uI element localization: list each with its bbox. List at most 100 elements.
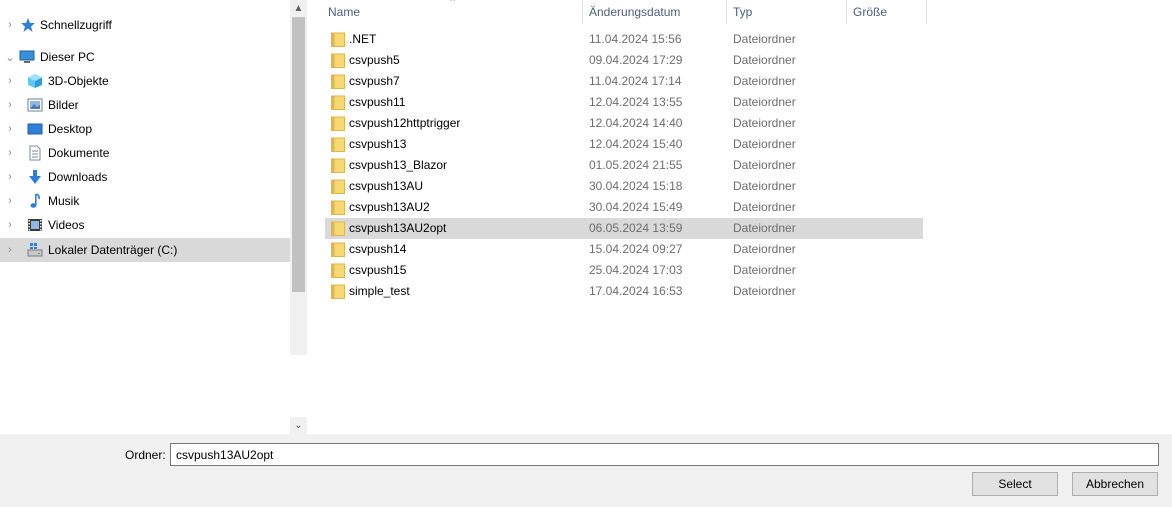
nav-item-lokaler-datentraeger[interactable]: › Lokaler Datenträger (C:): [0, 238, 290, 262]
column-header-name[interactable]: Name: [322, 0, 583, 24]
scroll-down-arrow-icon[interactable]: ⌄: [290, 417, 307, 434]
nav-item-dieser-pc[interactable]: ⌄ Dieser PC: [0, 46, 290, 68]
table-row[interactable]: csvpush12httptrigger 12.04.2024 14:40 Date…: [325, 113, 923, 134]
chevron-right-icon[interactable]: ›: [4, 214, 16, 236]
folder-icon: [331, 200, 345, 215]
chevron-right-icon[interactable]: ›: [4, 70, 16, 92]
chevron-right-icon[interactable]: ›: [4, 14, 16, 36]
scroll-up-arrow-icon[interactable]: ▲: [290, 0, 307, 17]
navigation-scrollbar[interactable]: ▲ ⌄: [290, 0, 307, 434]
file-name: csvpush13: [349, 137, 407, 151]
nav-item-label: Videos: [48, 218, 85, 232]
cube-icon: [28, 74, 42, 88]
file-type: Dateiordner: [733, 74, 796, 88]
column-header-type[interactable]: Typ: [727, 0, 847, 24]
nav-item-desktop[interactable]: › Desktop: [0, 118, 290, 140]
file-date: 01.05.2024 21:55: [589, 158, 683, 172]
table-row[interactable]: csvpush13AU2opt 06.05.2024 13:59 Dateiordn…: [325, 218, 923, 239]
chevron-right-icon[interactable]: ›: [4, 94, 16, 116]
folder-icon: [331, 263, 345, 278]
download-arrow-icon: [29, 170, 41, 184]
table-row[interactable]: csvpush13 12.04.2024 15:40 Dateiordner: [325, 134, 923, 155]
chevron-right-icon[interactable]: ›: [4, 166, 16, 188]
folder-icon: [331, 137, 345, 152]
folder-icon: [331, 53, 345, 68]
file-type: Dateiordner: [733, 200, 796, 214]
folder-label: Ordner:: [125, 448, 166, 462]
file-type: Dateiordner: [733, 32, 796, 46]
file-date: 12.04.2024 14:40: [589, 116, 683, 130]
chevron-right-icon[interactable]: ›: [4, 238, 16, 262]
column-header-date[interactable]: Änderungsdatum: [583, 0, 727, 24]
nav-item-label: Dokumente: [48, 146, 110, 160]
table-row[interactable]: csvpush14 15.04.2024 09:27 Dateiordner: [325, 239, 923, 260]
file-name: simple_test: [349, 284, 410, 298]
table-row[interactable]: csvpush5 09.04.2024 17:29 Dateiordner: [325, 50, 923, 71]
folder-icon: [331, 284, 345, 299]
table-row[interactable]: csvpush15 25.04.2024 17:03 Dateiordner: [325, 260, 923, 281]
nav-item-schnellzugriff[interactable]: › Schnellzugriff: [0, 14, 290, 36]
nav-item-dokumente[interactable]: › Dokumente: [0, 142, 290, 164]
file-date: 11.04.2024 15:56: [589, 32, 682, 46]
scrollbar-track: [290, 355, 307, 417]
table-row[interactable]: csvpush13AU2 30.04.2024 15:49 Dateiordner: [325, 197, 923, 218]
nav-item-label: Bilder: [48, 98, 79, 112]
chevron-right-icon[interactable]: ›: [4, 118, 16, 140]
music-note-icon: [30, 193, 41, 208]
file-name: csvpush12httptrigger: [349, 116, 461, 130]
table-row[interactable]: csvpush11 12.04.2024 13:55 Dateiordner: [325, 92, 923, 113]
folder-input[interactable]: [170, 443, 1159, 466]
nav-item-musik[interactable]: › Musik: [0, 190, 290, 212]
nav-item-label: 3D-Objekte: [48, 74, 109, 88]
film-icon: [28, 219, 42, 231]
select-button[interactable]: Select: [972, 472, 1058, 496]
nav-item-label: Dieser PC: [40, 50, 95, 64]
file-type: Dateiordner: [733, 242, 796, 256]
cancel-button[interactable]: Abbrechen: [1072, 472, 1158, 496]
folder-icon: [331, 95, 345, 110]
navigation-pane: › Schnellzugriff ⌄ Dieser PC › 3D-Objekt…: [0, 0, 290, 434]
file-name: .NET: [349, 32, 377, 46]
table-row[interactable]: simple_test 17.04.2024 16:53 Dateiordner: [325, 281, 923, 302]
column-header-size[interactable]: Größe: [847, 0, 927, 24]
file-date: 06.05.2024 13:59: [589, 221, 683, 235]
file-date: 17.04.2024 16:53: [589, 284, 683, 298]
file-date: 30.04.2024 15:49: [589, 200, 683, 214]
file-date: 30.04.2024 15:18: [589, 179, 683, 193]
folder-icon: [331, 158, 345, 173]
folder-icon: [331, 116, 345, 131]
nav-item-bilder[interactable]: › Bilder: [0, 94, 290, 116]
table-row[interactable]: csvpush13AU 30.04.2024 15:18 Dateiordner: [325, 176, 923, 197]
chevron-right-icon[interactable]: ›: [4, 190, 16, 212]
nav-item-videos[interactable]: › Videos: [0, 214, 290, 236]
chevron-right-icon[interactable]: ›: [4, 142, 16, 164]
table-row[interactable]: csvpush7 11.04.2024 17:14 Dateiordner: [325, 71, 923, 92]
nav-item-label: Schnellzugriff: [40, 18, 112, 32]
file-name: csvpush13AU2opt: [349, 221, 447, 235]
chevron-down-icon[interactable]: ⌄: [4, 46, 16, 68]
folder-icon: [331, 179, 345, 194]
file-name: csvpush5: [349, 53, 400, 67]
file-date: 12.04.2024 13:55: [589, 95, 683, 109]
file-date: 25.04.2024 17:03: [589, 263, 683, 277]
table-row[interactable]: csvpush13_Blazor 01.05.2024 21:55 Dateiord…: [325, 155, 923, 176]
star-icon: [21, 18, 35, 32]
file-date: 11.04.2024 17:14: [589, 74, 682, 88]
file-name: csvpush13AU: [349, 179, 424, 193]
file-list: ˄ Name Änderungsdatum Typ Größe .NET 11.0…: [307, 0, 1172, 434]
nav-item-label: Desktop: [48, 122, 93, 136]
file-date: 09.04.2024 17:29: [589, 53, 683, 67]
nav-item-label: Musik: [48, 194, 80, 208]
file-name: csvpush13AU2: [349, 200, 430, 214]
nav-item-downloads[interactable]: › Downloads: [0, 166, 290, 188]
file-type: Dateiordner: [733, 137, 796, 151]
pictures-icon: [27, 98, 43, 112]
table-row[interactable]: .NET 11.04.2024 15:56 Dateiordner: [325, 29, 923, 50]
file-type: Dateiordner: [733, 221, 796, 235]
file-name: csvpush15: [349, 263, 407, 277]
folder-icon: [331, 32, 345, 47]
nav-item-3d-objekte[interactable]: › 3D-Objekte: [0, 70, 290, 92]
file-type: Dateiordner: [733, 95, 796, 109]
file-type: Dateiordner: [733, 158, 796, 172]
scrollbar-thumb[interactable]: [292, 17, 305, 292]
